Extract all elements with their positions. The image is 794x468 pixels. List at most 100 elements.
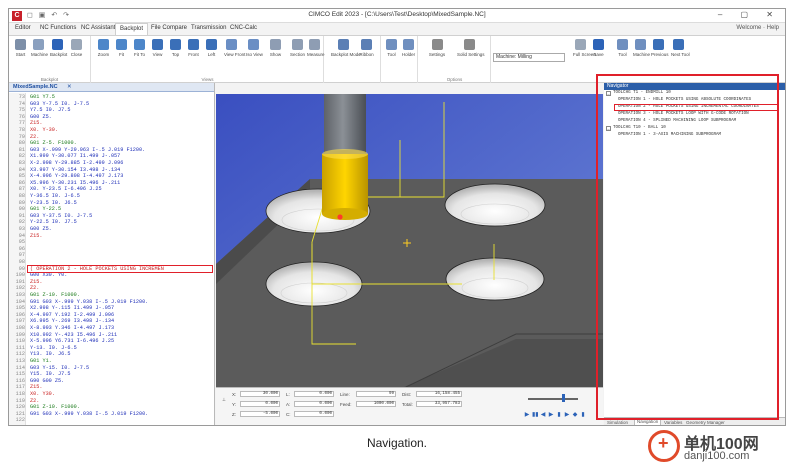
fit-to-button[interactable]: Fit To [132, 39, 147, 57]
code-line[interactable]: G91 G03 X-.999 Y.038 I-.5 J.019 F1200. [30, 299, 148, 306]
tool-list-button[interactable]: Tool [615, 39, 630, 57]
tab-nc-assistant[interactable]: NC Assistant [81, 25, 115, 31]
code-line[interactable]: X-4.996 Y-29.808 I-4.497 J.173 [30, 173, 123, 180]
run-to-end-button[interactable]: ▶ [564, 412, 570, 419]
tab-geometry-manager[interactable]: Geometry Manager [686, 419, 725, 425]
window-controls[interactable]: – ▢ ✕ [718, 10, 781, 19]
code-line[interactable]: G00 Z5. [30, 226, 52, 233]
full-screen-button[interactable]: Full Screen [573, 39, 596, 57]
code-line[interactable]: G01 Z-10. F1000. [30, 292, 80, 299]
view-front-button[interactable]: View Front [224, 39, 245, 57]
section-button[interactable]: Section [290, 39, 305, 57]
code-line[interactable]: G03 Y-7.5 I0. J-7.5 [30, 101, 89, 108]
code-line[interactable]: G03 Y-15. I0. J-7.5 [30, 365, 89, 372]
start-button[interactable]: Start [13, 39, 28, 57]
code-line[interactable]: X3.997 Y-30.154 I3.498 J-.134 [30, 167, 120, 174]
save-button[interactable]: Save [591, 39, 606, 57]
backplot-mode-button[interactable]: Backplot Mode [331, 39, 361, 57]
code-line[interactable]: X6.995 Y-.269 I3.498 J-.134 [30, 318, 114, 325]
code-line[interactable]: Y-13. I0. J-6.5 [30, 345, 77, 352]
previous-tool-button[interactable]: Previous [651, 39, 669, 57]
step-forward-button[interactable]: ▶ [548, 412, 554, 419]
top-view-button[interactable]: Top [168, 39, 183, 57]
ribbon-button[interactable]: Ribbon [359, 39, 374, 57]
code-line[interactable]: G01 Y1. [30, 358, 52, 365]
tab-backplot[interactable]: Backplot [115, 23, 149, 35]
code-line[interactable]: X0. Y-23.5 I-6.496 J.25 [30, 186, 102, 193]
code-line[interactable]: G00 X30. Y0. [30, 272, 67, 279]
left-view-button[interactable]: Left [204, 39, 219, 57]
code-line[interactable]: Z15. [30, 279, 42, 286]
solid-settings-button[interactable]: Solid Settings [457, 39, 485, 57]
code-line[interactable]: G03 Y-37.5 I0. J-7.5 [30, 213, 92, 220]
code-line[interactable]: G01 Y7.5 [30, 94, 55, 101]
tab-nc-functions[interactable]: NC Functions [40, 25, 76, 31]
tab-transmission[interactable]: Transmission [191, 25, 226, 31]
code-line[interactable]: Y15. I0. J7.5 [30, 371, 70, 378]
measure-button[interactable]: Measure [307, 39, 325, 57]
code-line[interactable]: G90 G00 Z5. [30, 378, 64, 385]
holder-button[interactable]: Holder [401, 39, 416, 57]
editor-body[interactable]: 73 74 75 76 77 78 79 80 81 82 83 84 85 86 87 88 89 90 91 92… [9, 93, 214, 425]
code-line[interactable]: Y-22.5 I0. J7.5 [30, 219, 77, 226]
code-line[interactable]: Z15. [30, 384, 42, 391]
tab-simulation[interactable]: Simulation [607, 419, 628, 425]
fit-button[interactable]: Fit [114, 39, 129, 57]
nc-code-editor[interactable]: MixedSample.NC ✕ 73 74 75 76 77 78 79 80 81 82 83 8… [9, 83, 215, 425]
code-line[interactable]: Y7.5 I0. J7.5 [30, 107, 70, 114]
record-button[interactable]: ▮ [580, 412, 586, 419]
code-line[interactable]: Y-36.5 I0. J-6.5 [30, 193, 80, 200]
code-line[interactable]: Y13. I0. J6.5 [30, 351, 70, 358]
code-line[interactable]: X10.992 Y-.423 I5.496 J-.211 [30, 332, 117, 339]
code-line[interactable]: X-2.998 Y-29.885 I-2.499 J.096 [30, 160, 123, 167]
pause-button[interactable]: ▮▮ [532, 412, 539, 419]
next-tool-button[interactable]: Next Tool [671, 39, 690, 57]
code-line[interactable]: G01 Y-22.5 [30, 206, 61, 213]
code-line[interactable]: G91 G03 X-.999 Y.038 I-.5 J.019 F1200. [30, 411, 148, 418]
machine-button[interactable]: Machine [31, 39, 48, 57]
code-line[interactable]: G01 Z-5. F1000. [30, 140, 77, 147]
code-line[interactable]: G03 X-.999 Y-29.963 I-.5 J.019 F1200. [30, 147, 145, 154]
machine-info-button[interactable]: Machine [633, 39, 650, 57]
breakpoint-button[interactable]: ◆ [572, 412, 578, 419]
settings-button[interactable]: Settings [425, 39, 449, 57]
user-help-area[interactable]: Welcome · Help [736, 25, 779, 31]
speed-slider[interactable] [528, 398, 578, 400]
iso-view-button[interactable]: Iso View [246, 39, 263, 57]
code-line[interactable]: X-5.996 Y6.731 I-6.496 J.25 [30, 338, 114, 345]
code-line[interactable]: Y-23.5 I0. J6.5 [30, 200, 77, 207]
machine-mode-select[interactable]: Machine: Milling [493, 53, 565, 62]
code-line[interactable]: X-8.993 Y.346 I-4.497 J.173 [30, 325, 114, 332]
step-back-button[interactable]: ◀ [540, 412, 546, 419]
code-line[interactable]: Z15. [30, 120, 42, 127]
close-tab-icon[interactable]: ✕ [67, 84, 72, 90]
code-line[interactable]: Z2. [30, 134, 39, 141]
code-line[interactable]: X5.996 Y-30.231 I5.496 J-.211 [30, 180, 120, 187]
view-button[interactable]: View [150, 39, 165, 57]
zoom-button[interactable]: Zoom [96, 39, 111, 57]
speed-slider-handle[interactable] [562, 394, 565, 402]
code-line[interactable]: Z15. [30, 233, 42, 240]
stop-button[interactable]: ▮ [556, 412, 562, 419]
tab-file-compare[interactable]: File Compare [151, 25, 187, 31]
close-button[interactable]: Close [69, 39, 84, 57]
code-line[interactable]: X-4.997 Y.192 I-2.499 J.096 [30, 312, 114, 319]
code-line[interactable]: Z2. [30, 398, 39, 405]
tab-variables[interactable]: Variables [664, 419, 682, 425]
backplot-3d-viewport[interactable] [216, 94, 603, 387]
code-line[interactable]: Z2. [30, 285, 39, 292]
show-button[interactable]: Show [268, 39, 283, 57]
code-line[interactable]: G01 Z-10. F1000. [30, 404, 80, 411]
code-line[interactable]: X0. Y-30. [30, 127, 58, 134]
code-line[interactable]: X1.999 Y-30.077 I1.499 J-.057 [30, 153, 120, 160]
tool-button[interactable]: Tool [384, 39, 399, 57]
front-view-button[interactable]: Front [186, 39, 201, 57]
backplot-button[interactable]: Backplot [50, 39, 67, 57]
code-line[interactable]: G00 Z5. [30, 114, 52, 121]
tab-editor[interactable]: Editor [15, 25, 31, 31]
play-button[interactable]: ▶ [524, 412, 530, 419]
tab-cnc-calc[interactable]: CNC-Calc [230, 25, 257, 31]
code-line[interactable]: X0. Y30. [30, 391, 55, 398]
code-line[interactable]: X2.998 Y-.115 I1.499 J-.057 [30, 305, 114, 312]
editor-file-tab[interactable]: MixedSample.NC ✕ [9, 83, 214, 92]
